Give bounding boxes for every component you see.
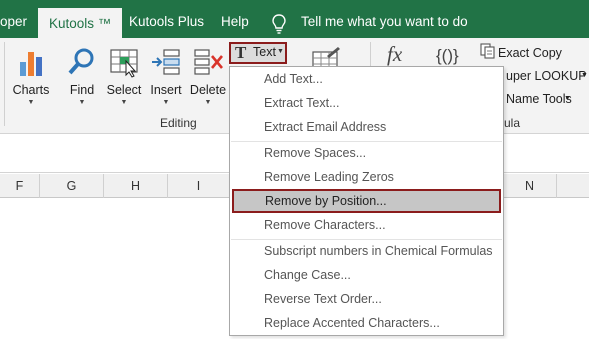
copy-icon: [480, 43, 495, 59]
chevron-down-icon: ▼: [120, 99, 128, 106]
ribbon-separator: [4, 42, 5, 126]
text-dropdown-button[interactable]: T Text ▼: [229, 42, 287, 64]
menu-item-remove-leading-zeros[interactable]: Remove Leading Zeros: [231, 165, 502, 189]
menu-item-remove-characters[interactable]: Remove Characters...: [231, 213, 502, 237]
insert-label: Insert: [150, 83, 182, 97]
ribbon-tab-bar: oper Kutools ™ Kutools Plus Help Tell me…: [0, 0, 589, 38]
menu-item-remove-spaces[interactable]: Remove Spaces...: [231, 141, 502, 165]
chevron-down-icon: ▼: [162, 99, 170, 106]
text-t-icon: T: [235, 43, 247, 62]
charts-label: Charts: [12, 83, 50, 97]
super-lookup-button[interactable]: uper LOOKUP: [506, 69, 587, 83]
tab-help[interactable]: Help: [221, 0, 249, 38]
tab-developer[interactable]: oper: [0, 0, 27, 38]
find-button[interactable]: Find ▼: [59, 42, 105, 108]
delete-button[interactable]: Delete ▼: [185, 42, 231, 108]
fx-icon[interactable]: fx: [387, 42, 402, 67]
text-button-label: Text: [253, 45, 276, 59]
insert-button[interactable]: Insert ▼: [143, 42, 189, 108]
menu-item-replace-accented[interactable]: Replace Accented Characters...: [231, 311, 502, 335]
column-header-n[interactable]: N: [503, 174, 557, 198]
bar-chart-icon: [20, 52, 42, 76]
tab-kutools-plus[interactable]: Kutools Plus: [129, 0, 204, 38]
text-dropdown-menu: Add Text... Extract Text... Extract Emai…: [229, 66, 504, 336]
chevron-down-icon: ▼: [581, 72, 588, 79]
menu-item-subscript-numbers[interactable]: Subscript numbers in Chemical Formulas: [231, 239, 502, 263]
delete-rows-icon: [194, 49, 223, 75]
name-tools-button[interactable]: Name Tools: [506, 92, 572, 106]
tell-me-search[interactable]: Tell me what you want to do: [301, 0, 468, 38]
charts-button[interactable]: Charts ▼: [8, 42, 54, 108]
menu-item-add-text[interactable]: Add Text...: [231, 67, 502, 91]
menu-item-reverse-text-order[interactable]: Reverse Text Order...: [231, 287, 502, 311]
select-label: Select: [106, 83, 142, 97]
chevron-down-icon: ▼: [277, 48, 284, 55]
column-header-i[interactable]: I: [168, 174, 230, 198]
menu-item-extract-text[interactable]: Extract Text...: [231, 91, 502, 115]
menu-item-remove-by-position[interactable]: Remove by Position...: [232, 189, 501, 213]
chevron-down-icon: ▼: [27, 99, 35, 106]
column-header-f[interactable]: F: [0, 174, 40, 198]
menu-item-change-case[interactable]: Change Case...: [231, 263, 502, 287]
lightbulb-icon: [272, 14, 286, 34]
chevron-down-icon: ▼: [564, 95, 571, 102]
column-header-g[interactable]: G: [40, 174, 104, 198]
exact-copy-button[interactable]: Exact Copy: [498, 46, 562, 60]
chevron-down-icon: ▼: [78, 99, 86, 106]
column-header-h[interactable]: H: [104, 174, 168, 198]
insert-rows-icon: [152, 49, 180, 75]
chevron-down-icon: ▼: [204, 99, 212, 106]
delete-label: Delete: [189, 83, 227, 97]
magnifier-icon: [68, 48, 94, 75]
formula-group-label: ula: [504, 116, 521, 130]
select-cells-icon: [110, 49, 138, 78]
editing-group-label: Editing: [160, 116, 197, 130]
find-label: Find: [69, 83, 95, 97]
formula-braces-icon[interactable]: {()}: [436, 46, 459, 66]
select-button[interactable]: Select ▼: [101, 42, 147, 108]
menu-item-extract-email[interactable]: Extract Email Address: [231, 115, 502, 139]
tab-kutools[interactable]: Kutools ™: [38, 8, 123, 38]
